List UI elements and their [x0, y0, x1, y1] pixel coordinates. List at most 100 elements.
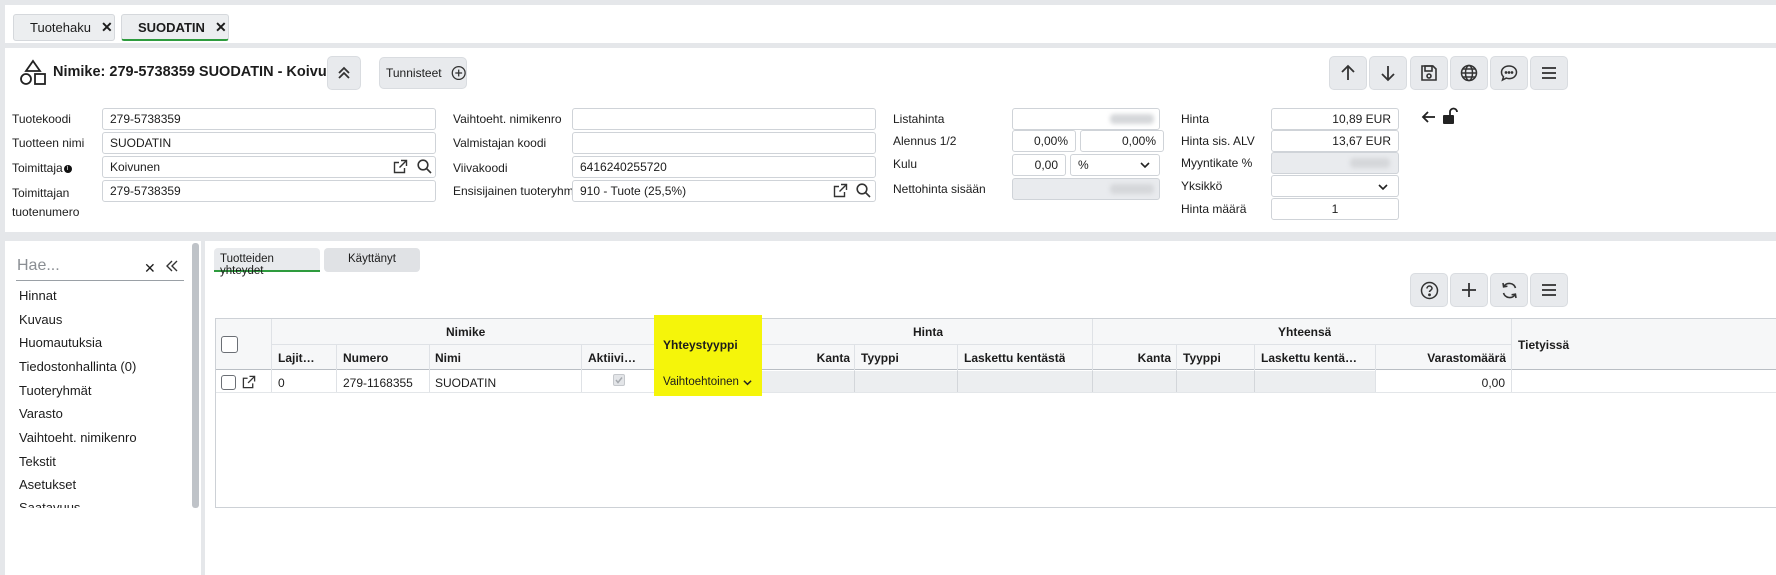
col-divider [271, 319, 272, 392]
cell-numero[interactable]: 279-1168355 [343, 376, 413, 390]
info-icon: i [63, 165, 72, 173]
tuotekoodi-label: Tuotekoodi [12, 112, 71, 126]
shapes-icon [19, 59, 47, 87]
help-icon [1420, 281, 1438, 299]
refresh-icon [1501, 282, 1517, 298]
hinta-alv-field[interactable]: 13,67 EUR [1271, 130, 1399, 152]
hinta-maara-label: Hinta määrä [1181, 202, 1247, 216]
clear-icon[interactable]: ✕ [144, 260, 156, 277]
subtab-tuotteiden-yhteydet[interactable]: Tuotteiden yhteydet [214, 248, 320, 277]
column-header-nimi[interactable]: Nimi [435, 351, 461, 365]
tab-suodatin[interactable]: SUODATIN ✕ [121, 14, 229, 41]
help-button[interactable] [1410, 273, 1448, 307]
blurred-value [1350, 158, 1390, 168]
subtab-kayttanyt[interactable]: Käyttänyt [324, 248, 420, 272]
col-divider [581, 345, 582, 392]
chevron-down-icon [1139, 160, 1151, 170]
previous-button[interactable] [1329, 56, 1367, 90]
column-header-aktiivinen[interactable]: Aktiivi… [588, 351, 648, 365]
open-external-icon[interactable] [833, 183, 848, 198]
collapse-button[interactable] [327, 56, 361, 90]
col-divider [1176, 371, 1177, 392]
sidebar-item-vaihtoeht-nimikenro[interactable]: Vaihtoeht. nimikenro [19, 430, 137, 445]
refresh-button[interactable] [1490, 273, 1528, 307]
hinta-field[interactable]: 10,89 EUR [1271, 108, 1399, 130]
col-divider [336, 345, 337, 392]
unlock-icon[interactable] [1441, 107, 1461, 125]
sidebar-item-saatavuus[interactable]: Saatavuus [19, 500, 80, 508]
sidebar-item-tekstit[interactable]: Tekstit [19, 454, 56, 469]
sidebar-item-huomautuksia[interactable]: Huomautuksia [19, 335, 102, 350]
valmistajan-koodi-field[interactable] [572, 132, 876, 154]
cell-yhteystyyppi[interactable]: Vaihtoehtoinen [663, 376, 739, 388]
grid-menu-button[interactable] [1530, 273, 1568, 307]
next-button[interactable] [1369, 56, 1407, 90]
save-button[interactable] [1410, 56, 1448, 90]
arrow-down-icon [1381, 66, 1395, 82]
viivakoodi-label: Viivakoodi [453, 161, 508, 175]
open-external-icon[interactable] [393, 159, 408, 174]
tuotekoodi-field[interactable]: 279-5738359 [102, 108, 436, 130]
open-row-icon[interactable] [242, 375, 256, 389]
ensisijainen-tuoteryhma-label: Ensisijainen tuoteryhmä [453, 184, 581, 198]
sidebar-scrollbar[interactable] [192, 243, 199, 508]
collapse-sidebar-icon[interactable] [165, 259, 179, 273]
add-button[interactable] [1450, 273, 1488, 307]
col-divider [1375, 345, 1376, 392]
hinta-maara-field[interactable]: 1 [1271, 198, 1399, 220]
toimittajan-tuotenumero-field[interactable]: 279-5738359 [102, 180, 436, 202]
vaihtoeht-nimikenro-field[interactable] [572, 108, 876, 130]
sidebar-item-tuoteryhmat[interactable]: Tuoteryhmät [19, 383, 92, 398]
tab-tuotehaku[interactable]: Tuotehaku ✕ [13, 14, 115, 41]
listahinta-label: Listahinta [893, 112, 945, 126]
menu-button[interactable] [1530, 56, 1568, 90]
column-header-numero[interactable]: Numero [343, 351, 388, 365]
column-header-yhteensa-kanta[interactable]: Kanta [1093, 351, 1171, 365]
alennus-label: Alennus 1/2 [893, 134, 957, 148]
cell-varastomaara[interactable]: 0,00 [1380, 376, 1505, 390]
sidebar-item-hinnat[interactable]: Hinnat [19, 288, 57, 303]
column-header-hinta-kanta[interactable]: Kanta [761, 351, 850, 365]
toimittaja-field[interactable]: Koivunen [102, 156, 436, 178]
tunnisteet-button[interactable]: Tunnisteet [379, 57, 467, 89]
kulu-field[interactable]: 0,00 [1012, 154, 1066, 176]
search-icon[interactable] [417, 159, 432, 174]
cell-nimi[interactable]: SUODATIN [435, 376, 496, 390]
sidebar-item-varasto[interactable]: Varasto [19, 406, 63, 421]
column-header-hinta-laskettu[interactable]: Laskettu kentästä [964, 351, 1065, 365]
sidebar-item-asetukset[interactable]: Asetukset [19, 477, 76, 492]
select-all-checkbox[interactable] [221, 336, 238, 353]
row-checkbox[interactable] [221, 375, 236, 390]
alennus1-field[interactable]: 0,00% [1012, 130, 1076, 152]
column-header-varastomaara[interactable]: Varastomäärä [1380, 351, 1506, 365]
sidebar-item-kuvaus[interactable]: Kuvaus [19, 312, 62, 327]
tuotteen-nimi-label: Tuotteen nimi [12, 136, 85, 150]
column-header-tietyissa[interactable]: Tietyissä [1518, 338, 1576, 352]
ensisijainen-tuoteryhma-field[interactable]: 910 - Tuote (25,5%) [572, 180, 876, 202]
myyntikate-label: Myyntikate % [1181, 156, 1253, 170]
column-header-lajittelu[interactable]: Lajit… [278, 351, 334, 365]
column-header-yhteystyyppi[interactable]: Yhteystyyppi [663, 338, 738, 352]
alennus2-field[interactable]: 0,00% [1080, 130, 1164, 152]
column-header-yhteensa-tyyppi[interactable]: Tyyppi [1183, 351, 1221, 365]
close-icon[interactable]: ✕ [101, 19, 113, 36]
cell-lajittelu[interactable]: 0 [278, 376, 285, 390]
sidebar-search-input[interactable]: Hae... [17, 257, 125, 275]
viivakoodi-field[interactable]: 6416240255720 [572, 156, 876, 178]
comments-button[interactable] [1490, 56, 1528, 90]
search-icon[interactable] [856, 183, 871, 198]
blurred-value [1110, 184, 1154, 194]
col-divider [1254, 371, 1255, 392]
col-divider [957, 371, 958, 392]
language-button[interactable] [1450, 56, 1488, 90]
column-header-yhteensa-laskettu[interactable]: Laskettu kentä… [1261, 351, 1371, 365]
nettohinta-label: Nettohinta sisään [893, 182, 986, 196]
column-header-hinta-tyyppi[interactable]: Tyyppi [861, 351, 899, 365]
arrow-left-icon[interactable] [1421, 109, 1437, 125]
tuotteen-nimi-field[interactable]: SUODATIN [102, 132, 436, 154]
close-icon[interactable]: ✕ [215, 19, 227, 36]
sidebar-item-tiedostonhallinta[interactable]: Tiedostonhallinta (0) [19, 359, 136, 374]
tab-label: SUODATIN [138, 19, 205, 35]
hinta-alv-label: Hinta sis. ALV [1181, 134, 1255, 148]
header-divider [271, 344, 1511, 345]
